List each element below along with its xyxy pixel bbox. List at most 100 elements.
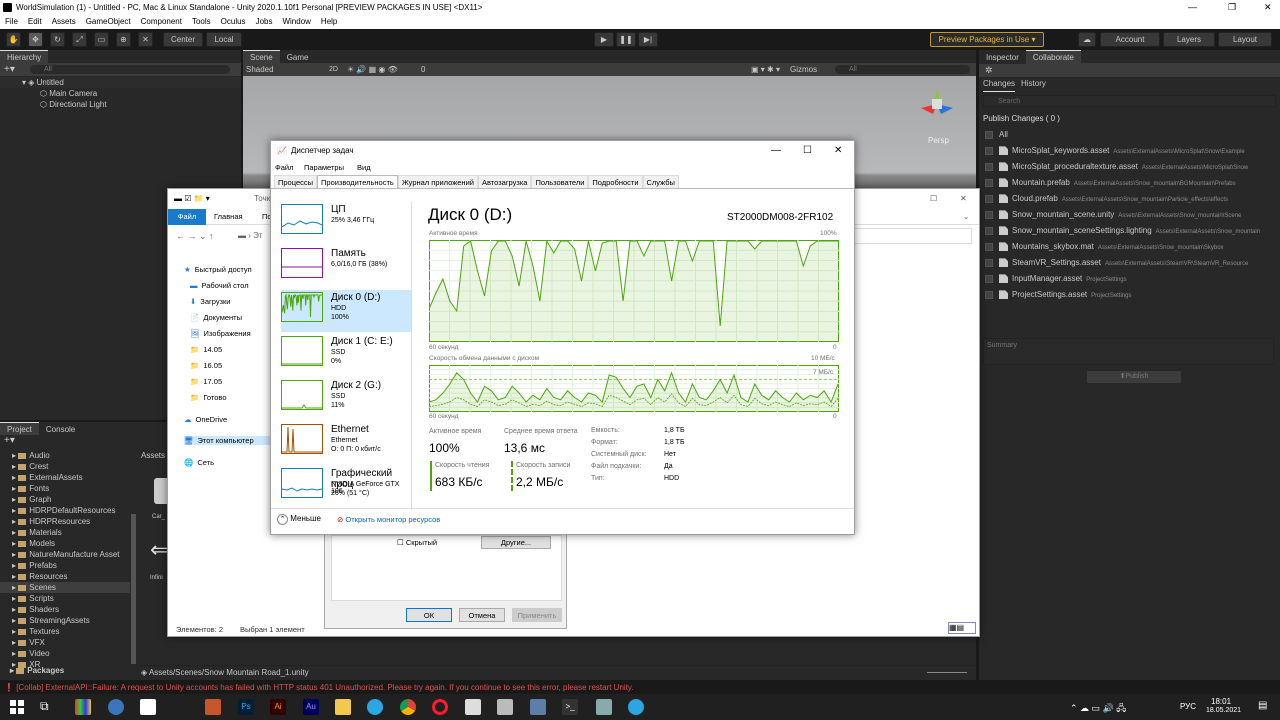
checkbox[interactable] bbox=[985, 258, 993, 267]
tab-history[interactable]: History bbox=[1021, 77, 1046, 91]
nav-item[interactable]: 🖼 Изображения bbox=[190, 329, 251, 338]
app-icon[interactable] bbox=[140, 699, 156, 715]
publish-button[interactable]: ⬆Publish bbox=[1087, 371, 1181, 383]
folder-item[interactable]: ▸ Audio bbox=[0, 450, 130, 461]
ok-button[interactable]: ОК bbox=[406, 608, 452, 622]
taskmgr-tab[interactable]: Процессы bbox=[274, 175, 318, 188]
scene-tools-icons[interactable]: ☀ 🔊 ▦ ◉ 👁 bbox=[347, 63, 398, 76]
packages-folder[interactable]: ▸ Packages bbox=[10, 666, 64, 675]
tray-icons[interactable]: ⌃ ☁ ▭ 🔊 🖧 bbox=[1070, 701, 1126, 717]
nav-item[interactable]: ▬ Рабочий стол bbox=[190, 281, 249, 290]
folder-item[interactable]: ▸ ExternalAssets bbox=[0, 472, 130, 483]
menu-item[interactable]: Oculus bbox=[216, 15, 251, 29]
nav-item[interactable]: 📁 Готово bbox=[190, 393, 227, 402]
task-view-icon[interactable]: ⧉ bbox=[40, 699, 56, 715]
tab-scene[interactable]: Scene bbox=[243, 50, 280, 63]
change-row[interactable]: ProjectSettings.asset ProjectSettings bbox=[979, 287, 1280, 303]
change-row[interactable]: InputManager.asset ProjectSettings bbox=[979, 271, 1280, 287]
nav-item[interactable]: 📁 14.05 bbox=[190, 345, 222, 354]
menu-item[interactable]: Edit bbox=[23, 15, 47, 29]
perf-sidebar-item[interactable]: Память 6,0/16,0 ГБ (38%) bbox=[281, 246, 411, 288]
nav-item[interactable]: 🖥 Этот компьютер bbox=[184, 436, 284, 445]
change-row[interactable]: MicroSplat_keywords.asset Assets\External… bbox=[979, 143, 1280, 159]
pivot-local-button[interactable]: Local bbox=[206, 32, 242, 47]
layers-dropdown[interactable]: Layers bbox=[1163, 32, 1215, 47]
quick-access-icons[interactable]: ▬ ☑ 📁 ▾ bbox=[174, 189, 210, 209]
telegram-icon[interactable] bbox=[628, 699, 644, 715]
perf-sidebar-item[interactable]: Ethernet Ethernet О: 0 П: 0 кбит/с bbox=[281, 422, 411, 464]
change-row[interactable]: MicroSplat_proceduraltexture.asset Assets… bbox=[979, 159, 1280, 175]
view-toggle-icons[interactable]: ▦▤ bbox=[948, 622, 976, 634]
other-button[interactable]: Другие... bbox=[481, 536, 551, 549]
app-icon[interactable] bbox=[596, 699, 612, 715]
ribbon-file-tab[interactable]: Файл bbox=[168, 209, 206, 225]
folder-item[interactable]: ▸ Materials bbox=[0, 527, 130, 538]
change-row[interactable]: Snow_mountain_scene.unity Assets\External… bbox=[979, 207, 1280, 223]
checkbox[interactable] bbox=[985, 130, 993, 139]
scene-row[interactable]: ▾ ◈ Untitled bbox=[0, 77, 241, 88]
taskmgr-close[interactable]: ✕ bbox=[834, 141, 842, 161]
terminal-icon[interactable]: >_ bbox=[562, 699, 578, 715]
taskmgr-tab[interactable]: Подробности bbox=[588, 175, 643, 188]
perf-sidebar-item[interactable]: Диск 1 (C: E:) SSD 0% bbox=[281, 334, 411, 376]
nav-item[interactable]: ⬇ Загрузки bbox=[190, 297, 230, 306]
transform-tool-icon[interactable]: ⊕ bbox=[116, 32, 131, 47]
menu-item[interactable]: Help bbox=[316, 15, 342, 29]
language-indicator[interactable]: РУС bbox=[1180, 702, 1196, 711]
arrow-asset-icon[interactable]: ⇐ bbox=[150, 537, 168, 563]
change-row[interactable]: Snow_mountain_sceneSettings.lighting Asse… bbox=[979, 223, 1280, 239]
perf-sidebar-item[interactable]: Графический проц NVIDIA GeForce GTX 106 26… bbox=[281, 466, 411, 508]
menu-item[interactable]: File bbox=[0, 15, 23, 29]
persp-label[interactable]: Persp bbox=[928, 136, 949, 145]
perf-sidebar-item[interactable]: Диск 0 (D:) HDD 100% bbox=[281, 290, 411, 332]
folder-item[interactable]: ▸ Scripts bbox=[0, 593, 130, 604]
tab-console[interactable]: Console bbox=[38, 423, 83, 436]
ribbon-home-tab[interactable]: Главная bbox=[214, 209, 243, 225]
menu-item[interactable]: Component bbox=[136, 15, 187, 29]
checkbox[interactable] bbox=[985, 194, 993, 203]
fewer-details-button[interactable]: ⌃ Меньше bbox=[277, 514, 321, 525]
taskmgr-minimize[interactable]: — bbox=[771, 141, 781, 161]
tab-collaborate[interactable]: Collaborate bbox=[1025, 50, 1081, 63]
changes-search-input[interactable]: Search bbox=[983, 95, 1276, 107]
step-button[interactable]: ▶| bbox=[638, 32, 658, 47]
account-dropdown[interactable]: Account bbox=[1100, 32, 1160, 47]
folder-scrollbar[interactable] bbox=[131, 514, 136, 664]
menu-item[interactable]: Jobs bbox=[251, 15, 278, 29]
rotate-tool-icon[interactable]: ↻ bbox=[50, 32, 65, 47]
taskmgr-menu-item[interactable]: Вид bbox=[357, 161, 371, 175]
menu-item[interactable]: GameObject bbox=[81, 15, 136, 29]
folder-item[interactable]: ▸ VFX bbox=[0, 637, 130, 648]
explorer-maximize[interactable]: ☐ bbox=[930, 189, 937, 209]
add-icon[interactable]: +▾ bbox=[4, 63, 15, 76]
folder-item[interactable]: ▸ Shaders bbox=[0, 604, 130, 615]
shading-dropdown[interactable]: Shaded bbox=[246, 63, 274, 76]
app-icon[interactable] bbox=[205, 699, 221, 715]
checkbox[interactable] bbox=[985, 210, 993, 219]
checkbox[interactable] bbox=[985, 178, 993, 187]
folder-item[interactable]: ▸ HDRPDefaultResources bbox=[0, 505, 130, 516]
move-tool-icon[interactable]: ✥ bbox=[28, 32, 43, 47]
preview-packages-button[interactable]: Preview Packages in Use ▾ bbox=[930, 32, 1044, 47]
tab-project[interactable]: Project bbox=[0, 422, 39, 435]
zoom-slider[interactable] bbox=[927, 672, 967, 673]
tab-changes[interactable]: Changes bbox=[983, 77, 1016, 92]
menu-item[interactable]: Window bbox=[277, 15, 315, 29]
mode-2d-toggle[interactable]: 2D bbox=[329, 63, 338, 76]
windows-start-icon[interactable] bbox=[9, 699, 25, 715]
taskmgr-menu-item[interactable]: Параметры bbox=[304, 161, 344, 175]
tab-hierarchy[interactable]: Hierarchy bbox=[0, 50, 49, 63]
orientation-gizmo-icon[interactable] bbox=[919, 86, 955, 122]
unity-icon[interactable] bbox=[497, 699, 513, 715]
apply-button[interactable]: Применить bbox=[512, 608, 562, 622]
layout-dropdown[interactable]: Layout bbox=[1218, 32, 1272, 47]
taskmgr-tab[interactable]: Службы bbox=[642, 175, 679, 188]
nav-arrows-icon[interactable]: ← → ⌄ ↑ bbox=[176, 225, 214, 247]
file-explorer-icon[interactable] bbox=[335, 699, 351, 715]
checkbox[interactable] bbox=[985, 274, 993, 283]
folder-item[interactable]: ▸ Fonts bbox=[0, 483, 130, 494]
colorful-app-icon[interactable] bbox=[75, 699, 91, 715]
checkbox[interactable] bbox=[985, 162, 993, 171]
gizmos-dropdown[interactable]: Gizmos bbox=[790, 63, 817, 76]
assets-breadcrumb[interactable]: Assets bbox=[141, 451, 165, 460]
